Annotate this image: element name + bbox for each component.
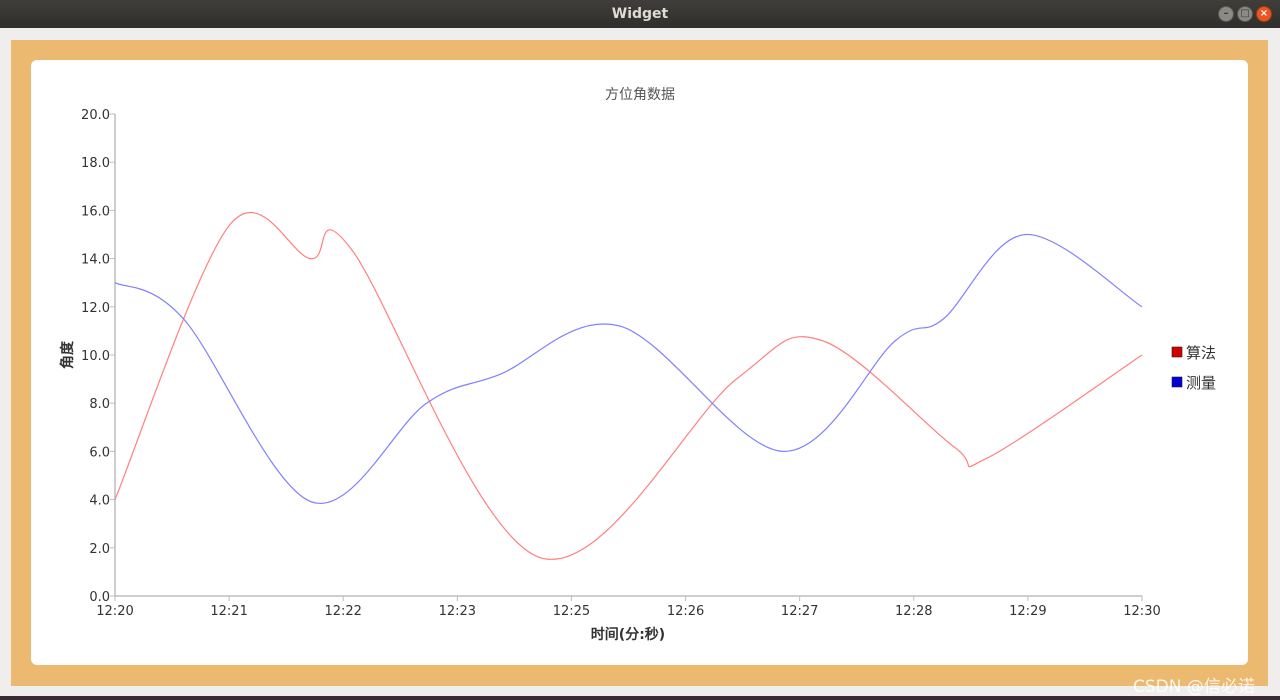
- y-tick-label: 10.0: [81, 349, 110, 364]
- y-tick-label: 18.0: [81, 156, 110, 171]
- legend-swatch-measurement: [1171, 376, 1183, 388]
- x-tick-label: 12:22: [324, 604, 361, 619]
- x-axis-label: 时间(分:秒): [591, 626, 665, 643]
- x-tick-label: 12:29: [1009, 604, 1046, 619]
- y-tick-label: 8.0: [89, 397, 110, 412]
- legend-label-algorithm: 算法: [1186, 344, 1216, 362]
- bottom-edge: [0, 696, 1280, 700]
- x-tick-label: 12:28: [895, 604, 932, 619]
- legend-swatch-algorithm: [1171, 346, 1183, 358]
- y-tick-label: 20.0: [81, 108, 110, 123]
- legend: 算法测量: [1171, 344, 1216, 392]
- x-tick-label: 12:26: [667, 604, 704, 619]
- y-tick-label: 16.0: [81, 204, 110, 219]
- y-axis-ticks: 0.0 2.0 4.0 6.0 8.0 10.0 12.0 14.0 16.0 18.0 20.0: [81, 108, 115, 605]
- y-axis-label: 角度: [59, 340, 76, 369]
- legend-label-measurement: 测量: [1186, 374, 1216, 392]
- x-tick-label: 12:20: [96, 604, 133, 619]
- x-axis-ticks: 12:20 12:21 12:22 12:23 12:25 12:26 12:27 12:28…: [96, 596, 1161, 619]
- watermark-text: CSDN @信必诺: [1133, 677, 1255, 697]
- chart-title: 方位角数据: [605, 87, 675, 103]
- y-tick-label: 0.0: [89, 590, 110, 605]
- x-tick-label: 12:23: [439, 604, 476, 619]
- x-tick-label: 12:27: [781, 604, 818, 619]
- x-tick-label: 12:25: [553, 604, 590, 619]
- x-tick-label: 12:30: [1123, 604, 1160, 619]
- y-tick-label: 14.0: [81, 253, 110, 268]
- y-tick-label: 2.0: [89, 542, 110, 557]
- series-algorithm-line: [114, 211, 1143, 560]
- y-tick-label: 4.0: [89, 494, 110, 509]
- azimuth-chart: 方位角数据 0.0 2.0 4.0 6.0 8.0 10.0 12.0 14.0 16.0 18.…: [59, 87, 1216, 643]
- y-tick-label: 6.0: [89, 445, 110, 460]
- x-tick-label: 12:21: [210, 604, 247, 619]
- y-tick-label: 12.0: [81, 301, 110, 316]
- series-measurement-line: [114, 233, 1143, 505]
- series-group: [114, 211, 1143, 560]
